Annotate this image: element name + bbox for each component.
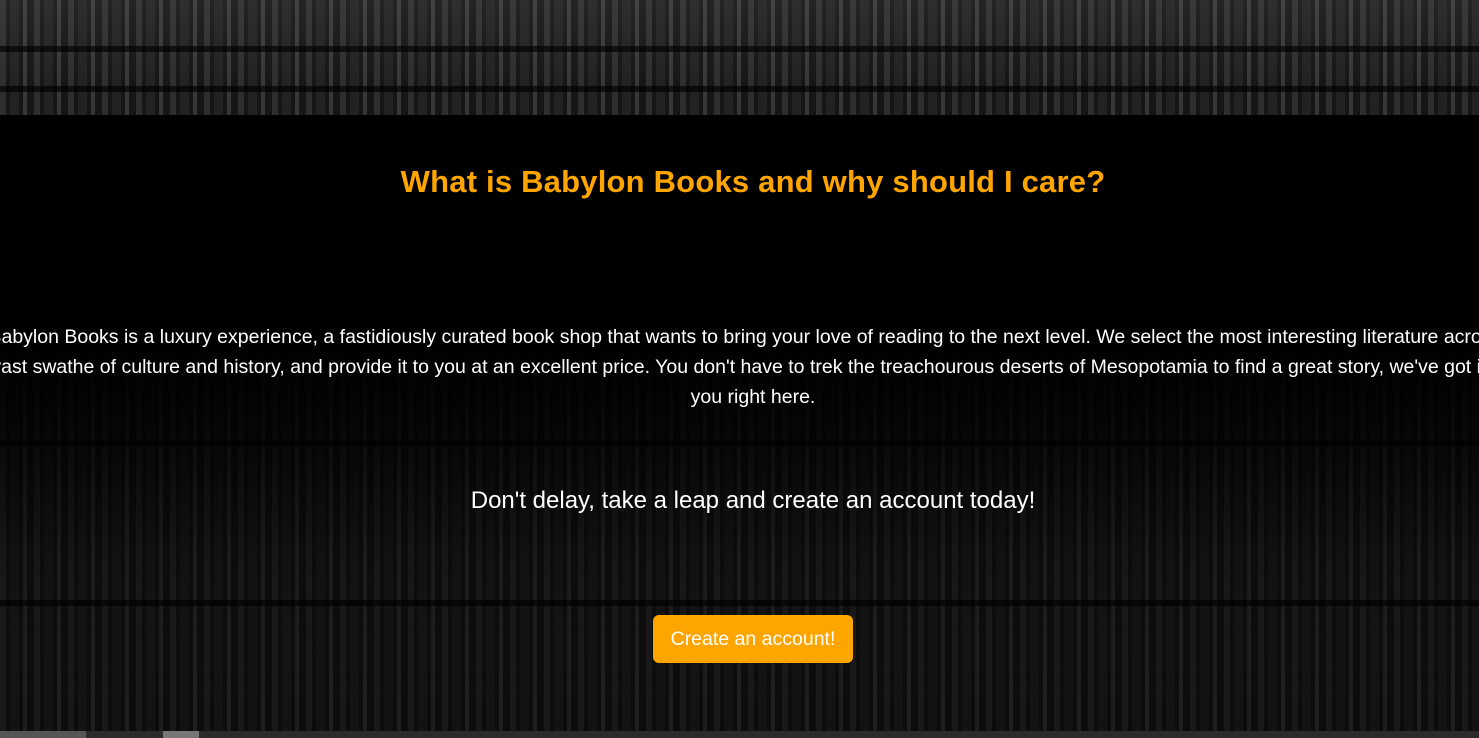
shelf-divider [0,46,1479,52]
cta-text: Don't delay, take a leap and create an a… [470,487,1036,514]
scrollbar-thumb[interactable] [163,731,199,738]
horizontal-scrollbar[interactable] [0,731,1479,738]
scrollbar-track-segment [0,731,86,738]
create-account-button[interactable]: Create an account! [653,615,853,663]
intro-paragraph: Babylon Books is a luxury experience, a … [0,326,1479,408]
section-heading: What is Babylon Books and why should I c… [400,164,1106,199]
shelf-divider [0,86,1479,92]
page: What is Babylon Books and why should I c… [0,0,1479,738]
